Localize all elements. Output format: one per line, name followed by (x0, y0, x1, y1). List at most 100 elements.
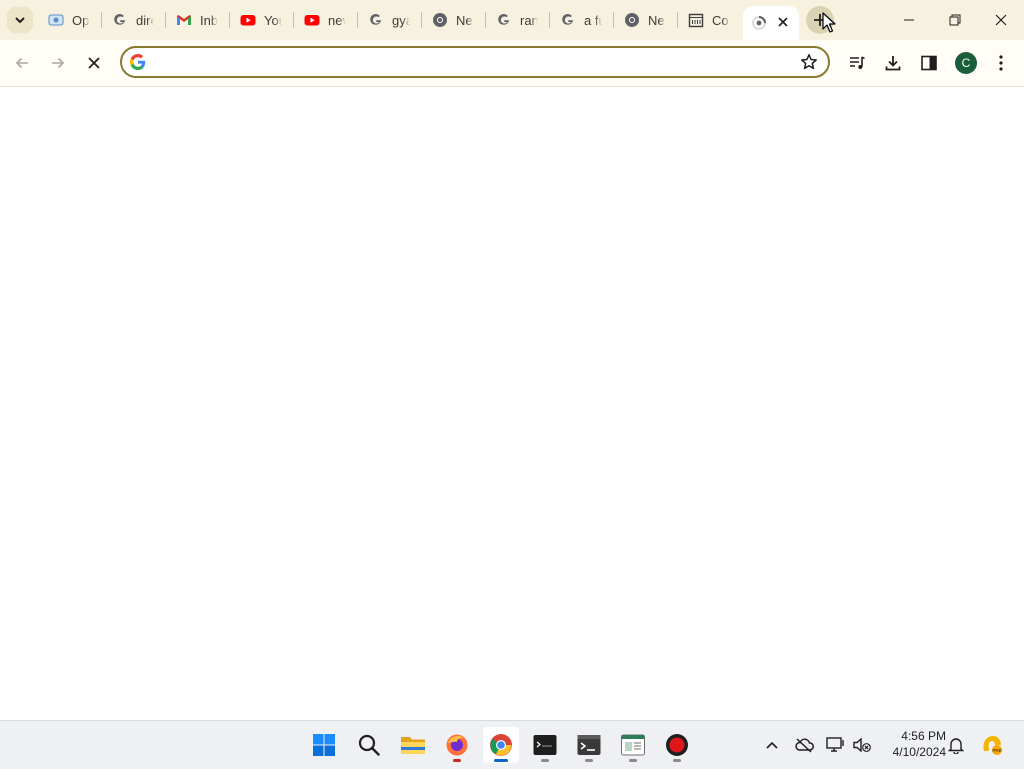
tab-separator (293, 12, 294, 28)
openai-favicon-icon (48, 12, 64, 28)
tab-title: Co (712, 12, 729, 28)
calendar-icon (688, 12, 704, 28)
taskbar-chrome[interactable] (483, 727, 519, 763)
start-button[interactable] (306, 727, 342, 763)
svg-text:PRE: PRE (992, 748, 1001, 753)
bookmark-star-button[interactable] (800, 53, 818, 71)
taskbar-recorder[interactable] (659, 727, 695, 763)
download-icon (885, 56, 901, 71)
firefox-icon (446, 734, 468, 756)
notifications-button[interactable] (945, 733, 967, 757)
side-panel-button[interactable] (913, 47, 945, 79)
tab-title: Op (72, 12, 90, 28)
taskbar-command-prompt[interactable] (571, 727, 607, 763)
close-window-button[interactable] (978, 0, 1024, 40)
tab-strip: Op dire Inb You nev gya (0, 0, 1024, 40)
address-bar[interactable] (120, 46, 830, 78)
tab-separator (101, 12, 102, 28)
tab-separator (485, 12, 486, 28)
network-tray-button[interactable] (825, 733, 847, 757)
close-icon (995, 14, 1007, 26)
google-g-icon (560, 12, 576, 28)
google-g-icon (368, 12, 384, 28)
chrome-icon (490, 734, 512, 756)
taskbar-terminal-dark[interactable] (527, 727, 563, 763)
media-controls-button[interactable] (841, 47, 873, 79)
copilot-preview-icon: PRE (983, 736, 1002, 755)
tab-close-button[interactable] (773, 12, 793, 32)
tab-item[interactable]: Op (40, 8, 100, 32)
tab-separator (421, 12, 422, 28)
arrow-left-icon (15, 57, 28, 69)
minimize-button[interactable] (886, 0, 932, 40)
tab-item-active[interactable] (743, 6, 799, 40)
tab-separator (165, 12, 166, 28)
tab-item[interactable]: Ne (616, 8, 676, 32)
downloads-button[interactable] (877, 47, 909, 79)
tab-search-button[interactable] (7, 7, 33, 33)
tab-item[interactable]: You (232, 8, 292, 32)
show-hidden-icons-button[interactable] (761, 733, 783, 757)
google-g-icon (130, 54, 146, 70)
back-button[interactable] (6, 47, 38, 79)
tab-item[interactable]: ran (488, 8, 548, 32)
star-icon (801, 54, 817, 70)
tab-item[interactable]: Inb (168, 8, 228, 32)
profile-avatar[interactable]: C (955, 52, 977, 74)
terminal-icon (533, 735, 557, 755)
copilot-preview-button[interactable]: PRE (979, 733, 1005, 757)
google-g-icon (496, 12, 512, 28)
taskbar-file-explorer[interactable] (395, 727, 431, 763)
gmail-icon (176, 12, 192, 28)
restore-button[interactable] (932, 0, 978, 40)
tab-separator (613, 12, 614, 28)
tab-separator (677, 12, 678, 28)
profile-initial: C (961, 56, 971, 70)
stop-loading-button[interactable] (78, 47, 110, 79)
running-indicator (453, 759, 461, 762)
volume-tray-button[interactable] (851, 733, 873, 757)
close-icon (778, 17, 788, 27)
close-icon (88, 57, 100, 69)
tab-item[interactable]: a fu (552, 8, 612, 32)
taskbar-search-button[interactable] (351, 727, 387, 763)
taskbar-clock[interactable]: 4:56 PM 4/10/2024 (880, 728, 946, 760)
tab-title: Ne (648, 12, 665, 28)
tab-separator (229, 12, 230, 28)
tab-item[interactable]: nev (296, 8, 356, 32)
chrome-menu-button[interactable] (985, 47, 1017, 79)
tab-title: Ne (456, 12, 473, 28)
forward-button[interactable] (42, 47, 74, 79)
address-input[interactable] (156, 52, 760, 74)
tab-separator (357, 12, 358, 28)
tab-title: dire (136, 12, 154, 28)
windows-taskbar: 4:56 PM 4/10/2024 PRE (0, 720, 1024, 769)
tab-item[interactable]: gya (360, 8, 420, 32)
loading-spinner-icon (751, 15, 767, 31)
tab-item[interactable]: dire (104, 8, 164, 32)
restore-icon (949, 14, 961, 26)
bell-icon (948, 738, 964, 754)
tab-title: ran (520, 12, 538, 28)
side-panel-icon (921, 55, 937, 71)
search-icon (358, 734, 380, 756)
chevron-up-icon (766, 741, 778, 749)
folder-icon (401, 737, 425, 754)
record-icon (666, 734, 688, 756)
onedrive-tray-icon-button[interactable] (793, 733, 815, 757)
running-indicator (629, 759, 637, 762)
google-g-icon (112, 12, 128, 28)
tab-title: Inb (200, 12, 218, 28)
tab-item[interactable]: Co (680, 8, 740, 32)
tab-separator (549, 12, 550, 28)
taskbar-firefox[interactable] (439, 727, 475, 763)
running-indicator (673, 759, 681, 762)
arrow-right-icon (52, 57, 65, 69)
chevron-down-icon (15, 17, 25, 24)
playlist-music-icon (850, 56, 865, 69)
tab-item[interactable]: Ne (424, 8, 484, 32)
clock-time: 4:56 PM (901, 729, 946, 743)
windows-logo-icon (313, 734, 335, 756)
taskbar-app-window[interactable] (615, 727, 651, 763)
command-prompt-icon (577, 735, 601, 755)
